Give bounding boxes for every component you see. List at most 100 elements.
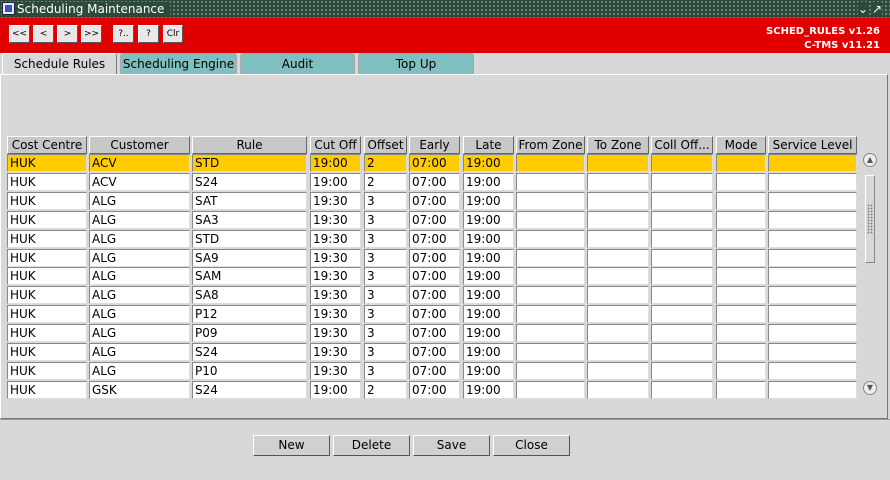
cell-offset[interactable]: 3 — [364, 361, 407, 380]
cell-late[interactable]: 19:00 — [463, 286, 514, 305]
cell-offset[interactable]: 2 — [364, 172, 407, 191]
tab-schedule-rules[interactable]: Schedule Rules — [2, 53, 117, 75]
cell-offset[interactable]: 3 — [364, 343, 407, 361]
cell-cut-off[interactable]: 19:00 — [310, 154, 361, 172]
cell-service-level[interactable] — [768, 248, 857, 267]
cell-cut-off[interactable]: 19:30 — [310, 324, 361, 343]
last-record-button[interactable]: >> — [81, 25, 102, 43]
cell-service-level[interactable] — [768, 361, 857, 380]
cell-cut-off[interactable]: 19:00 — [310, 380, 361, 399]
cell-mode[interactable] — [716, 305, 766, 324]
cell-from-zone[interactable] — [516, 154, 585, 172]
cell-cut-off[interactable]: 19:30 — [310, 191, 361, 210]
cell-service-level[interactable] — [768, 191, 857, 210]
cell-cut-off[interactable]: 19:30 — [310, 286, 361, 305]
cell-to-zone[interactable] — [587, 380, 649, 399]
cell-coll-off[interactable] — [651, 248, 713, 267]
column-header-coll-off[interactable]: Coll Off... — [651, 136, 713, 154]
cell-coll-off[interactable] — [651, 191, 713, 210]
cell-cost-centre[interactable]: HUK — [7, 267, 87, 286]
column-header-service-level[interactable]: Service Level — [768, 136, 857, 154]
cell-offset[interactable]: 3 — [364, 191, 407, 210]
cell-offset[interactable]: 2 — [364, 154, 407, 172]
cell-cost-centre[interactable]: HUK — [7, 248, 87, 267]
cell-early[interactable]: 07:00 — [409, 305, 460, 324]
new-button[interactable]: New — [253, 435, 330, 456]
column-header-rule[interactable]: Rule — [192, 136, 307, 154]
column-header-from-zone[interactable]: From Zone — [516, 136, 585, 154]
cell-early[interactable]: 07:00 — [409, 361, 460, 380]
cell-service-level[interactable] — [768, 154, 857, 172]
cell-late[interactable]: 19:00 — [463, 361, 514, 380]
cell-early[interactable]: 07:00 — [409, 286, 460, 305]
cell-coll-off[interactable] — [651, 267, 713, 286]
cell-cost-centre[interactable]: HUK — [7, 172, 87, 191]
cell-to-zone[interactable] — [587, 210, 649, 229]
cell-late[interactable]: 19:00 — [463, 191, 514, 210]
cell-coll-off[interactable] — [651, 380, 713, 399]
cell-coll-off[interactable] — [651, 305, 713, 324]
cell-late[interactable]: 19:00 — [463, 267, 514, 286]
previous-record-button[interactable]: < — [33, 25, 54, 43]
cell-cost-centre[interactable]: HUK — [7, 305, 87, 324]
cell-mode[interactable] — [716, 343, 766, 361]
cell-from-zone[interactable] — [516, 305, 585, 324]
tab-scheduling-engine[interactable]: Scheduling Engine — [120, 53, 237, 74]
cell-rule[interactable]: P10 — [192, 361, 307, 380]
cell-to-zone[interactable] — [587, 305, 649, 324]
cell-offset[interactable]: 3 — [364, 229, 407, 248]
column-header-cost-centre[interactable]: Cost Centre — [7, 136, 87, 154]
column-header-customer[interactable]: Customer — [89, 136, 190, 154]
maximize-icon[interactable]: ↗ — [872, 2, 883, 16]
cell-late[interactable]: 19:00 — [463, 324, 514, 343]
cell-cost-centre[interactable]: HUK — [7, 191, 87, 210]
cell-late[interactable]: 19:00 — [463, 305, 514, 324]
cell-service-level[interactable] — [768, 343, 857, 361]
cell-mode[interactable] — [716, 229, 766, 248]
cell-late[interactable]: 19:00 — [463, 154, 514, 172]
cell-mode[interactable] — [716, 380, 766, 399]
cell-rule[interactable]: SAM — [192, 267, 307, 286]
first-record-button[interactable]: << — [9, 25, 30, 43]
cell-cost-centre[interactable]: HUK — [7, 229, 87, 248]
cell-rule[interactable]: STD — [192, 229, 307, 248]
cell-mode[interactable] — [716, 267, 766, 286]
cell-cut-off[interactable]: 19:30 — [310, 248, 361, 267]
cell-rule[interactable]: STD — [192, 154, 307, 172]
cell-rule[interactable]: P09 — [192, 324, 307, 343]
cell-mode[interactable] — [716, 172, 766, 191]
cell-customer[interactable]: ALG — [89, 267, 190, 286]
vertical-scrollbar[interactable]: ▲ ▼ — [862, 153, 878, 396]
cell-service-level[interactable] — [768, 229, 857, 248]
cell-coll-off[interactable] — [651, 343, 713, 361]
cell-rule[interactable]: S24 — [192, 343, 307, 361]
cell-from-zone[interactable] — [516, 286, 585, 305]
help-button[interactable]: ? — [138, 25, 159, 43]
cell-service-level[interactable] — [768, 324, 857, 343]
cell-rule[interactable]: S24 — [192, 380, 307, 399]
cell-cut-off[interactable]: 19:30 — [310, 361, 361, 380]
delete-button[interactable]: Delete — [333, 435, 410, 456]
cell-late[interactable]: 19:00 — [463, 380, 514, 399]
next-record-button[interactable]: > — [57, 25, 78, 43]
column-header-cut-off[interactable]: Cut Off — [310, 136, 361, 154]
column-header-offset[interactable]: Offset — [364, 136, 407, 154]
cell-service-level[interactable] — [768, 267, 857, 286]
cell-cost-centre[interactable]: HUK — [7, 361, 87, 380]
cell-coll-off[interactable] — [651, 210, 713, 229]
cell-rule[interactable]: S24 — [192, 172, 307, 191]
cell-from-zone[interactable] — [516, 210, 585, 229]
cell-offset[interactable]: 3 — [364, 248, 407, 267]
cell-to-zone[interactable] — [587, 324, 649, 343]
cell-from-zone[interactable] — [516, 229, 585, 248]
cell-to-zone[interactable] — [587, 191, 649, 210]
cell-early[interactable]: 07:00 — [409, 343, 460, 361]
cell-mode[interactable] — [716, 286, 766, 305]
cell-mode[interactable] — [716, 154, 766, 172]
column-header-mode[interactable]: Mode — [716, 136, 766, 154]
cell-customer[interactable]: ALG — [89, 229, 190, 248]
cell-coll-off[interactable] — [651, 286, 713, 305]
cell-customer[interactable]: ALG — [89, 324, 190, 343]
cell-early[interactable]: 07:00 — [409, 229, 460, 248]
cell-early[interactable]: 07:00 — [409, 172, 460, 191]
